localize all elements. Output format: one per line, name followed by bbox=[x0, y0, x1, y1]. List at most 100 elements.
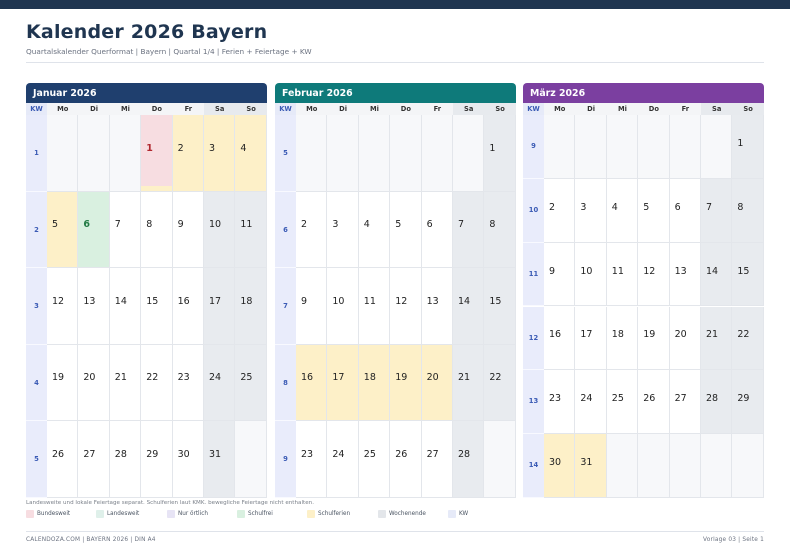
day-cell[interactable]: 26 bbox=[638, 370, 670, 435]
day-cell[interactable]: 10 bbox=[327, 268, 359, 345]
day-cell[interactable]: 22 bbox=[484, 344, 516, 422]
day-cell[interactable]: 7 bbox=[453, 191, 485, 269]
day-number: 15 bbox=[737, 265, 750, 277]
day-number: 23 bbox=[301, 448, 314, 460]
day-cell[interactable]: 13 bbox=[421, 268, 453, 345]
day-cell[interactable]: 24 bbox=[327, 421, 359, 498]
day-cell[interactable]: 25 bbox=[606, 370, 639, 435]
legend-swatch bbox=[237, 510, 245, 518]
day-cell[interactable]: 27 bbox=[669, 370, 701, 435]
day-cell[interactable]: 4 bbox=[358, 191, 391, 269]
day-cell[interactable]: 23 bbox=[172, 344, 204, 422]
day-cell[interactable]: 11 bbox=[606, 242, 639, 307]
day-cell[interactable]: 18 bbox=[358, 344, 391, 422]
day-cell[interactable]: 20 bbox=[78, 344, 110, 422]
day-cell[interactable]: 4 bbox=[235, 115, 267, 192]
day-cell[interactable]: 16 bbox=[296, 344, 328, 422]
day-cell[interactable]: 19 bbox=[47, 344, 79, 422]
day-cell[interactable]: 25 bbox=[235, 344, 267, 422]
day-cell[interactable]: 28 bbox=[453, 421, 485, 498]
day-cell[interactable]: 6 bbox=[421, 191, 453, 269]
day-cell[interactable]: 29 bbox=[141, 421, 173, 498]
day-cell[interactable]: 28 bbox=[109, 421, 142, 498]
day-cell[interactable]: 25 bbox=[358, 421, 391, 498]
day-cell[interactable]: 7 bbox=[701, 178, 733, 243]
legend-label: Bundesweit bbox=[37, 511, 71, 517]
day-cell[interactable]: 31 bbox=[204, 421, 236, 498]
day-cell[interactable]: 12 bbox=[390, 268, 422, 345]
day-cell[interactable]: 24 bbox=[204, 344, 236, 422]
day-cell[interactable]: 3 bbox=[575, 178, 607, 243]
day-cell[interactable]: 13 bbox=[669, 242, 701, 307]
day-cell[interactable]: 5 bbox=[47, 191, 79, 269]
day-cell[interactable]: 15 bbox=[484, 268, 516, 345]
day-cell[interactable]: 31 bbox=[575, 434, 607, 498]
day-cell[interactable]: 17 bbox=[327, 344, 359, 422]
day-cell[interactable]: 16 bbox=[544, 306, 576, 371]
day-cell[interactable]: 18 bbox=[606, 306, 639, 371]
day-cell[interactable]: 19 bbox=[638, 306, 670, 371]
day-cell[interactable]: 15 bbox=[732, 242, 764, 307]
day-cell[interactable]: 21 bbox=[453, 344, 485, 422]
day-cell[interactable]: 6 bbox=[669, 178, 701, 243]
day-cell[interactable]: 30 bbox=[172, 421, 204, 498]
day-cell[interactable]: 9 bbox=[172, 191, 204, 269]
day-cell[interactable]: 1 bbox=[732, 115, 764, 179]
day-cell[interactable]: 11 bbox=[358, 268, 391, 345]
day-cell[interactable]: 2 bbox=[544, 178, 576, 243]
day-cell[interactable]: 5 bbox=[638, 178, 670, 243]
day-cell[interactable]: 13 bbox=[78, 268, 110, 345]
day-cell[interactable]: 5 bbox=[390, 191, 422, 269]
empty-day-cell bbox=[484, 421, 516, 498]
day-cell[interactable]: 29 bbox=[732, 370, 764, 435]
day-cell[interactable]: 14 bbox=[453, 268, 485, 345]
day-cell[interactable]: 9 bbox=[544, 242, 576, 307]
week-number: 7 bbox=[275, 268, 296, 345]
day-cell[interactable]: 12 bbox=[638, 242, 670, 307]
day-cell[interactable]: 17 bbox=[204, 268, 236, 345]
day-cell[interactable]: 26 bbox=[47, 421, 79, 498]
day-cell[interactable]: 7 bbox=[109, 191, 142, 269]
day-cell[interactable]: 14 bbox=[701, 242, 733, 307]
day-cell[interactable]: 16 bbox=[172, 268, 204, 345]
day-cell[interactable]: 28 bbox=[701, 370, 733, 435]
day-cell[interactable]: 21 bbox=[701, 306, 733, 371]
day-number: 19 bbox=[395, 372, 408, 384]
day-cell[interactable]: 12 bbox=[47, 268, 79, 345]
day-cell[interactable]: 1 bbox=[484, 115, 516, 192]
day-cell[interactable]: 1 bbox=[141, 115, 173, 192]
day-cell[interactable]: 24 bbox=[575, 370, 607, 435]
empty-day-cell bbox=[47, 115, 79, 192]
day-cell[interactable]: 20 bbox=[421, 344, 453, 422]
day-cell[interactable]: 14 bbox=[109, 268, 142, 345]
day-cell[interactable]: 2 bbox=[296, 191, 328, 269]
day-cell[interactable]: 8 bbox=[732, 178, 764, 243]
day-cell[interactable]: 27 bbox=[78, 421, 110, 498]
day-number: 29 bbox=[737, 393, 750, 405]
day-cell[interactable]: 27 bbox=[421, 421, 453, 498]
day-cell[interactable]: 8 bbox=[141, 191, 173, 269]
day-cell[interactable]: 18 bbox=[235, 268, 267, 345]
day-cell[interactable]: 10 bbox=[204, 191, 236, 269]
day-cell[interactable]: 2 bbox=[172, 115, 204, 192]
day-cell[interactable]: 10 bbox=[575, 242, 607, 307]
day-cell[interactable]: 21 bbox=[109, 344, 142, 422]
day-cell[interactable]: 23 bbox=[544, 370, 576, 435]
day-cell[interactable]: 26 bbox=[390, 421, 422, 498]
day-cell[interactable]: 23 bbox=[296, 421, 328, 498]
day-cell[interactable]: 30 bbox=[544, 434, 576, 498]
day-cell[interactable]: 6 bbox=[78, 191, 110, 269]
day-cell[interactable]: 4 bbox=[606, 178, 639, 243]
day-cell[interactable]: 11 bbox=[235, 191, 267, 269]
day-cell[interactable]: 8 bbox=[484, 191, 516, 269]
week-number: 4 bbox=[26, 344, 47, 422]
day-cell[interactable]: 9 bbox=[296, 268, 328, 345]
day-cell[interactable]: 19 bbox=[390, 344, 422, 422]
day-cell[interactable]: 3 bbox=[204, 115, 236, 192]
day-cell[interactable]: 22 bbox=[141, 344, 173, 422]
day-cell[interactable]: 3 bbox=[327, 191, 359, 269]
day-cell[interactable]: 22 bbox=[732, 306, 764, 371]
day-cell[interactable]: 20 bbox=[669, 306, 701, 371]
day-cell[interactable]: 17 bbox=[575, 306, 607, 371]
day-cell[interactable]: 15 bbox=[141, 268, 173, 345]
